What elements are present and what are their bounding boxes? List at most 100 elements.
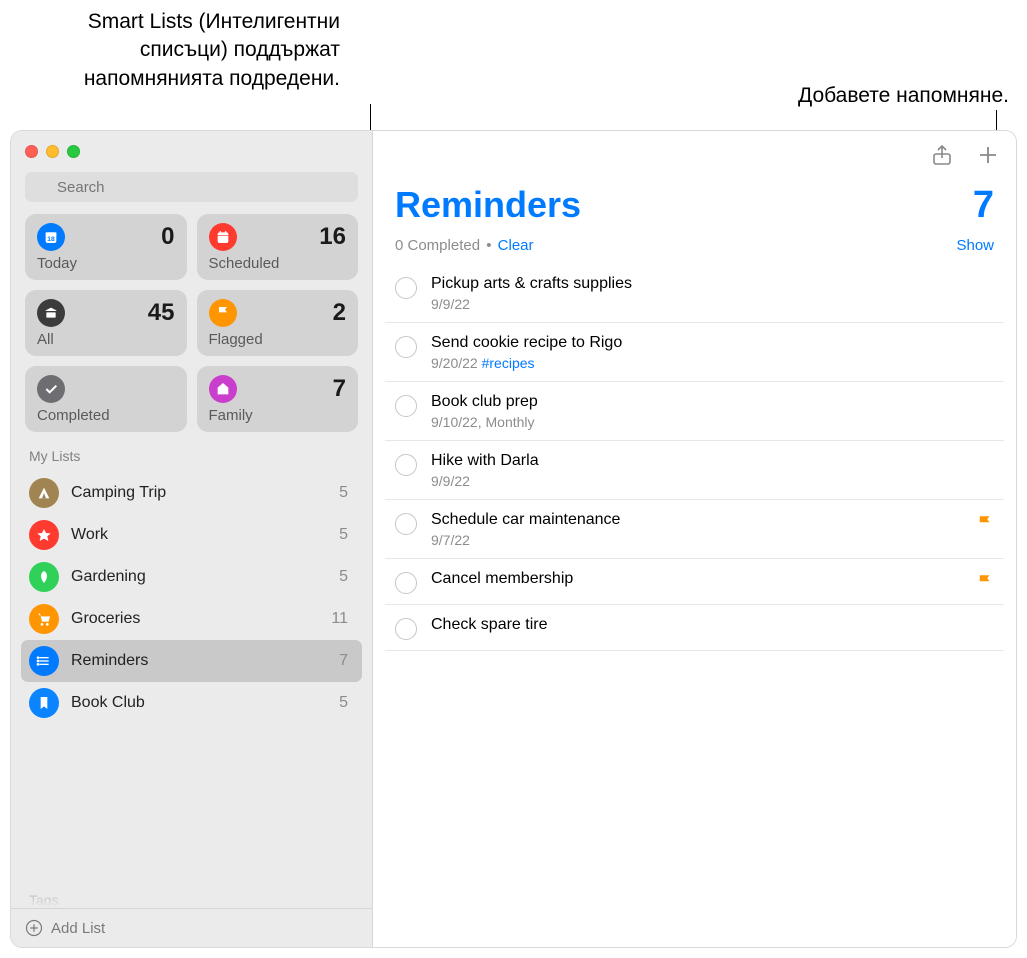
smart-card-scheduled[interactable]: 16 Scheduled bbox=[197, 214, 359, 280]
list-item-count: 5 bbox=[339, 484, 354, 502]
reminder-checkbox[interactable] bbox=[395, 277, 417, 299]
smart-label: Today bbox=[37, 255, 175, 272]
plus-circle-icon bbox=[25, 919, 43, 937]
add-reminder-button[interactable] bbox=[976, 143, 1000, 172]
smart-label: All bbox=[37, 331, 175, 348]
reminder-title: Schedule car maintenance bbox=[431, 511, 962, 529]
reminder-checkbox[interactable] bbox=[395, 454, 417, 476]
list-row[interactable]: Camping Trip 5 bbox=[21, 472, 362, 514]
toolbar bbox=[373, 131, 1016, 178]
smart-label: Scheduled bbox=[209, 255, 347, 272]
smart-count: 45 bbox=[148, 299, 175, 327]
reminder-meta: 9/7/22 bbox=[431, 532, 962, 548]
clear-button[interactable]: Clear bbox=[498, 237, 534, 254]
reminder-title: Check spare tire bbox=[431, 616, 994, 634]
scheduled-icon bbox=[209, 223, 237, 251]
reminder-checkbox[interactable] bbox=[395, 395, 417, 417]
reminder-row[interactable]: Send cookie recipe to Rigo 9/20/22 #reci… bbox=[385, 323, 1004, 382]
tags-section-title: Tags bbox=[11, 886, 372, 908]
smart-lists-grid: 18 0 Today 16 Scheduled 45 All 2 Flagged… bbox=[11, 214, 372, 444]
zoom-window-button[interactable] bbox=[67, 145, 80, 158]
plus-icon bbox=[976, 143, 1000, 167]
list-name: Reminders bbox=[71, 652, 327, 670]
reminder-row[interactable]: Check spare tire bbox=[385, 605, 1004, 651]
my-lists-title: My Lists bbox=[11, 444, 372, 468]
smart-count: 0 bbox=[161, 223, 174, 251]
list-name: Groceries bbox=[71, 610, 319, 628]
smart-card-completed[interactable]: Completed bbox=[25, 366, 187, 432]
list-row[interactable]: Groceries 11 bbox=[21, 598, 362, 640]
add-list-button[interactable]: Add List bbox=[11, 908, 372, 947]
list-row[interactable]: Work 5 bbox=[21, 514, 362, 556]
smart-card-all[interactable]: 45 All bbox=[25, 290, 187, 356]
reminder-checkbox[interactable] bbox=[395, 618, 417, 640]
smart-card-today[interactable]: 18 0 Today bbox=[25, 214, 187, 280]
reminder-title: Send cookie recipe to Rigo bbox=[431, 334, 994, 352]
list-name: Camping Trip bbox=[71, 484, 327, 502]
sidebar: 18 0 Today 16 Scheduled 45 All 2 Flagged… bbox=[11, 131, 373, 947]
list-icon bbox=[29, 520, 59, 550]
reminder-meta: 9/9/22 bbox=[431, 473, 994, 489]
smart-label: Completed bbox=[37, 407, 175, 424]
list-icon bbox=[29, 562, 59, 592]
smart-label: Flagged bbox=[209, 331, 347, 348]
callout-addreminder: Добавете напомняне. bbox=[729, 82, 1009, 110]
share-button[interactable] bbox=[930, 143, 954, 172]
list-row[interactable]: Book Club 5 bbox=[21, 682, 362, 724]
reminder-title: Book club prep bbox=[431, 393, 994, 411]
window-controls bbox=[11, 131, 372, 166]
list-name: Gardening bbox=[71, 568, 327, 586]
list-icon bbox=[29, 604, 59, 634]
flagged-icon bbox=[209, 299, 237, 327]
list-item-count: 7 bbox=[339, 652, 354, 670]
smart-count: 7 bbox=[333, 375, 346, 403]
list-name: Book Club bbox=[71, 694, 327, 712]
reminder-checkbox[interactable] bbox=[395, 572, 417, 594]
callout-smartlists: Smart Lists (Интелигентни списъци) поддъ… bbox=[10, 8, 340, 93]
today-icon: 18 bbox=[37, 223, 65, 251]
reminder-list: Pickup arts & crafts supplies 9/9/22 Sen… bbox=[373, 264, 1016, 651]
show-button[interactable]: Show bbox=[956, 237, 994, 254]
list-count: 7 bbox=[973, 184, 994, 227]
reminder-checkbox[interactable] bbox=[395, 513, 417, 535]
flag-icon bbox=[976, 514, 994, 532]
family-icon bbox=[209, 375, 237, 403]
reminder-tag[interactable]: #recipes bbox=[482, 355, 535, 371]
completed-icon bbox=[37, 375, 65, 403]
reminder-row[interactable]: Schedule car maintenance 9/7/22 bbox=[385, 500, 1004, 559]
list-row[interactable]: Gardening 5 bbox=[21, 556, 362, 598]
smart-count: 16 bbox=[319, 223, 346, 251]
list-header: Reminders 7 bbox=[373, 178, 1016, 231]
content-pane: Reminders 7 0 Completed • Clear Show Pic… bbox=[373, 131, 1016, 947]
reminder-title: Hike with Darla bbox=[431, 452, 994, 470]
smart-card-flagged[interactable]: 2 Flagged bbox=[197, 290, 359, 356]
my-lists: Camping Trip 5 Work 5 Gardening 5 Grocer… bbox=[11, 468, 372, 886]
list-item-count: 5 bbox=[339, 694, 354, 712]
reminder-meta: 9/9/22 bbox=[431, 296, 994, 312]
reminder-row[interactable]: Hike with Darla 9/9/22 bbox=[385, 441, 1004, 500]
close-window-button[interactable] bbox=[25, 145, 38, 158]
list-title: Reminders bbox=[395, 184, 581, 226]
svg-text:18: 18 bbox=[47, 236, 55, 243]
flag-icon bbox=[976, 573, 994, 591]
search-input[interactable] bbox=[25, 172, 358, 202]
app-window: 18 0 Today 16 Scheduled 45 All 2 Flagged… bbox=[10, 130, 1017, 948]
reminder-row[interactable]: Cancel membership bbox=[385, 559, 1004, 605]
minimize-window-button[interactable] bbox=[46, 145, 59, 158]
smart-card-family[interactable]: 7 Family bbox=[197, 366, 359, 432]
reminder-title: Pickup arts & crafts supplies bbox=[431, 275, 994, 293]
list-icon bbox=[29, 646, 59, 676]
list-item-count: 11 bbox=[331, 610, 354, 628]
reminder-meta: 9/10/22, Monthly bbox=[431, 414, 994, 430]
share-icon bbox=[930, 143, 954, 167]
smart-label: Family bbox=[209, 407, 347, 424]
separator-dot: • bbox=[486, 237, 491, 254]
list-icon bbox=[29, 478, 59, 508]
list-row[interactable]: Reminders 7 bbox=[21, 640, 362, 682]
reminder-row[interactable]: Book club prep 9/10/22, Monthly bbox=[385, 382, 1004, 441]
reminder-row[interactable]: Pickup arts & crafts supplies 9/9/22 bbox=[385, 264, 1004, 323]
list-icon bbox=[29, 688, 59, 718]
list-subheader: 0 Completed • Clear Show bbox=[373, 231, 1016, 264]
reminder-checkbox[interactable] bbox=[395, 336, 417, 358]
smart-count: 2 bbox=[333, 299, 346, 327]
